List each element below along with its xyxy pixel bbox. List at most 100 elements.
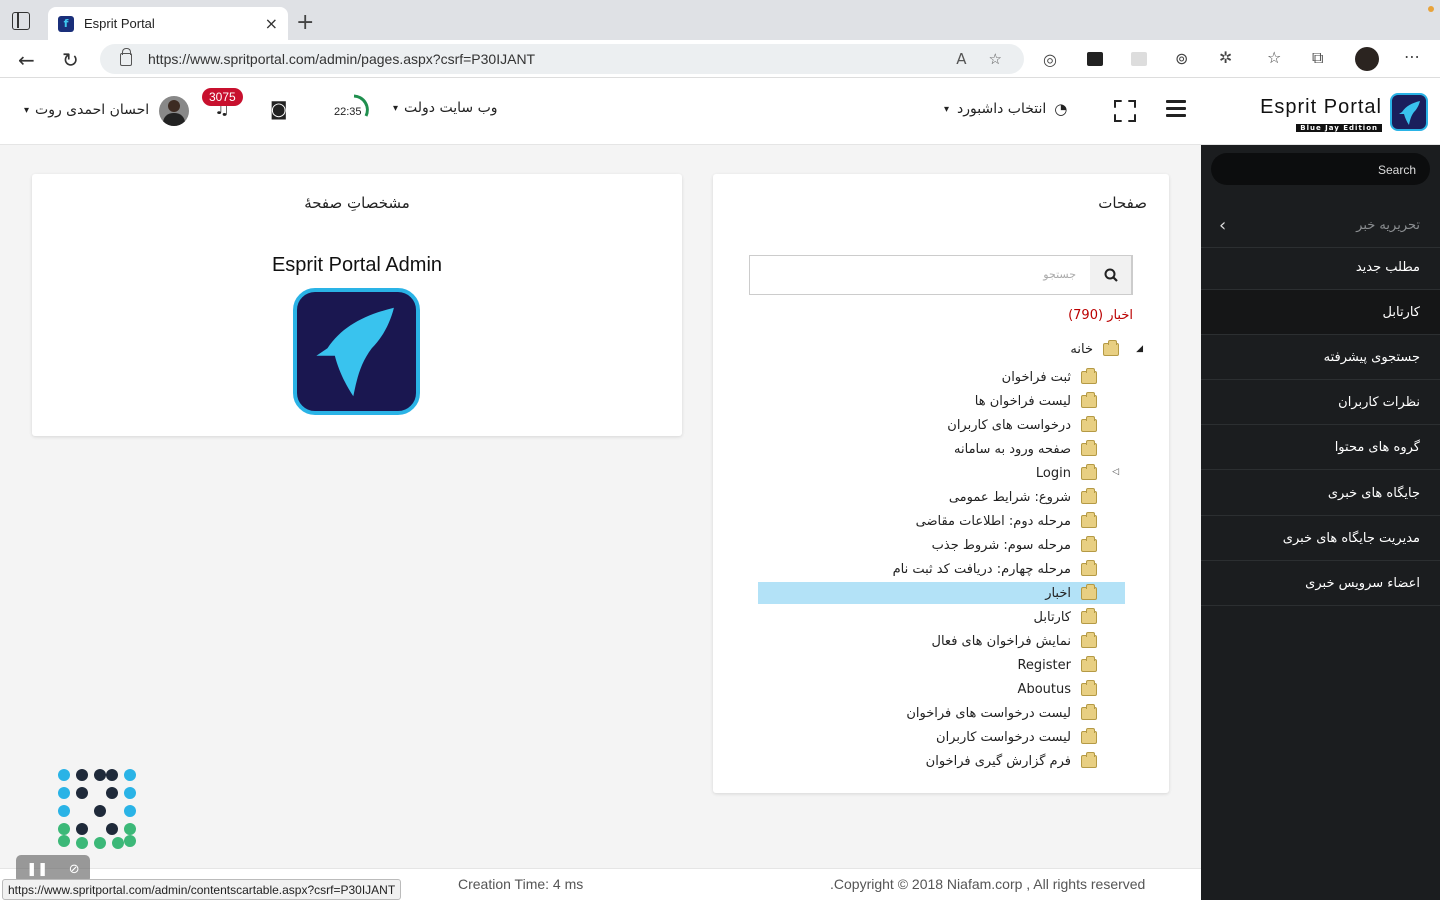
sidebar-search-input[interactable]: Search	[1211, 153, 1430, 185]
tree-item[interactable]: ثبت فراخوان	[1002, 366, 1097, 388]
tree-item[interactable]: صفحه ورود به سامانه	[954, 438, 1097, 460]
notification-dot	[1428, 6, 1434, 12]
pause-icon[interactable]: ❚❚	[26, 862, 48, 877]
dashboard-select[interactable]: ◔ انتخاب داشبورد ▾	[944, 100, 1067, 118]
fullscreen-icon[interactable]	[1114, 100, 1132, 118]
copyright-text: .Copyright © 2018 Niafam.corp , All righ…	[830, 876, 1146, 892]
tree-item-label: شروع: شرایط عمومی	[948, 489, 1071, 505]
search-button[interactable]	[1090, 256, 1132, 294]
profile-avatar-icon[interactable]	[1355, 47, 1379, 71]
folder-icon	[1081, 679, 1097, 696]
sidebar-item-label: نظرات کاربران	[1338, 395, 1420, 410]
new-tab-button[interactable]: +	[296, 10, 314, 35]
browser-tab[interactable]: f Esprit Portal ×	[48, 7, 288, 40]
sidebar-item-cartable[interactable]: کارتابل	[1201, 290, 1440, 335]
sidebar-item-news-members[interactable]: اعضاء سرویس خبری	[1201, 561, 1440, 606]
sidebar-item-label: مطلب جدید	[1355, 260, 1420, 275]
sidebar-item-manage-positions[interactable]: مدیریت جایگاه های خبری	[1201, 516, 1440, 561]
tree-root[interactable]: ◢ خانه	[1070, 340, 1143, 357]
pages-panel-title: صفحات	[1098, 194, 1147, 212]
support-headset-icon[interactable]: ◙	[270, 99, 287, 120]
folder-icon	[1081, 559, 1097, 576]
extension-circle-icon[interactable]: ◎	[1043, 50, 1057, 69]
tree-item[interactable]: لیست درخواست های فراخوان	[906, 702, 1097, 724]
tree-item[interactable]: درخواست های کاربران	[947, 414, 1097, 436]
collections-icon[interactable]: ⧉	[1312, 48, 1323, 68]
tree-item-label: لیست درخواست های فراخوان	[906, 705, 1071, 721]
logo-title: Esprit Portal	[1260, 96, 1382, 118]
hide-camera-icon[interactable]: ⊘	[69, 862, 80, 877]
sidebar-item-label: گروه های محتوا	[1334, 440, 1420, 455]
logo[interactable]: Esprit Portal Blue Jay Edition	[1260, 96, 1382, 134]
news-count-link[interactable]: اخبار (790)	[1068, 308, 1133, 323]
url-text[interactable]: https://www.spritportal.com/admin/pages.…	[148, 51, 956, 67]
tree-item[interactable]: مرحله چهارم: دریافت کد ثبت نام	[893, 558, 1097, 580]
favorites-icon[interactable]: ☆	[1267, 48, 1281, 67]
tree-item[interactable]: فرم گزارش گیری فراخوان	[926, 750, 1097, 772]
sidebar-item-newsroom[interactable]: تحریریه خبر ›	[1201, 203, 1440, 248]
address-bar[interactable]: https://www.spritportal.com/admin/pages.…	[100, 44, 1024, 74]
sidebar-item-label: کارتابل	[1382, 305, 1420, 320]
tree-item[interactable]: Login	[1036, 462, 1097, 484]
sidebar-item-label: تحریریه خبر	[1356, 218, 1420, 233]
logo-bird-icon[interactable]	[1390, 93, 1428, 131]
tree-item[interactable]: اخبار	[758, 582, 1125, 604]
app-title: Esprit Portal Admin	[271, 254, 443, 276]
lock-icon[interactable]	[120, 47, 132, 66]
sidebar-item-content-groups[interactable]: گروه های محتوا	[1201, 425, 1440, 470]
sidebar-item-new-post[interactable]: مطلب جدید	[1201, 245, 1440, 290]
tree-item-label: Login	[1035, 465, 1071, 481]
folder-icon	[1081, 631, 1097, 648]
sidebar-item-user-comments[interactable]: نظرات کاربران	[1201, 380, 1440, 425]
expand-arrow-icon[interactable]: ◢	[1136, 344, 1143, 354]
tree-item[interactable]: Aboutus	[1018, 678, 1097, 700]
tree-item[interactable]: لیست درخواست کاربران	[936, 726, 1097, 748]
tree-item-label: کارتابل	[1033, 609, 1071, 625]
folder-icon	[1081, 511, 1097, 528]
tree-item-label: ثبت فراخوان	[1001, 369, 1071, 385]
favicon-icon: f	[58, 15, 74, 32]
search-input[interactable]: جستجو	[750, 256, 1090, 294]
sidebar-item-label: جایگاه های خبری	[1327, 486, 1420, 501]
more-menu-icon[interactable]: ⋯	[1404, 47, 1420, 66]
window-menu-icon[interactable]	[12, 12, 30, 30]
close-tab-icon[interactable]: ×	[265, 14, 278, 33]
folder-icon	[1081, 655, 1097, 672]
user-name: احسان احمدی روت	[35, 102, 150, 118]
tree-item[interactable]: مرحله سوم: شروط جذب	[932, 534, 1097, 556]
tree-item[interactable]: لیست فراخوان ها	[975, 390, 1097, 412]
status-bar-url: https://www.spritportal.com/admin/conten…	[2, 879, 402, 900]
folder-icon	[1081, 391, 1097, 408]
extension-sync-icon[interactable]: ⊚	[1175, 49, 1188, 68]
extension-dark-icon[interactable]	[1087, 52, 1103, 66]
sidebar-item-label: مدیریت جایگاه های خبری	[1282, 531, 1420, 546]
extension-grid-icon[interactable]	[1131, 52, 1147, 66]
site-select[interactable]: وب سایت دولت ▾	[393, 100, 498, 116]
dashboard-select-label: انتخاب داشبورد	[957, 101, 1047, 117]
creation-time: Creation Time: 4 ms	[458, 876, 584, 892]
read-aloud-icon[interactable]: A	[956, 50, 966, 68]
back-button[interactable]: ←	[18, 48, 35, 72]
expand-arrow-icon[interactable]: ◁	[1112, 467, 1119, 477]
tree-item[interactable]: شروع: شرایط عمومی	[949, 486, 1097, 508]
folder-icon	[1081, 439, 1097, 456]
dashboard-gauge-icon: ◔	[1054, 100, 1068, 118]
user-avatar[interactable]	[159, 96, 189, 126]
timer-text: 22:35	[334, 106, 362, 118]
sidebar-item-news-positions[interactable]: جایگاه های خبری	[1201, 471, 1440, 516]
tree-item-label: درخواست های کاربران	[947, 417, 1071, 433]
extensions-puzzle-icon[interactable]: ✲	[1219, 48, 1232, 67]
chevron-down-icon: ▾	[24, 104, 30, 116]
page-properties-panel: مشخصاتِ صفحهٔ Esprit Portal Admin	[32, 174, 682, 436]
tree-item[interactable]: نمایش فراخوان های فعال	[932, 630, 1097, 652]
tree-item[interactable]: کارتابل	[1034, 606, 1097, 628]
reload-button[interactable]: ↻	[62, 48, 79, 72]
tree-item[interactable]: Register	[1017, 654, 1097, 676]
sidebar-item-advanced-search[interactable]: جستجوی پیشرفته	[1201, 335, 1440, 380]
user-menu[interactable]: احسان احمدی روت ▾	[24, 102, 149, 118]
notification-badge[interactable]: 3075	[202, 88, 243, 106]
menu-toggle-icon[interactable]	[1166, 100, 1186, 118]
tree-item[interactable]: مرحله دوم: اطلاعات مقاضی	[916, 510, 1097, 532]
folder-icon	[1103, 340, 1119, 356]
favorite-star-icon[interactable]: ☆	[989, 50, 1002, 68]
